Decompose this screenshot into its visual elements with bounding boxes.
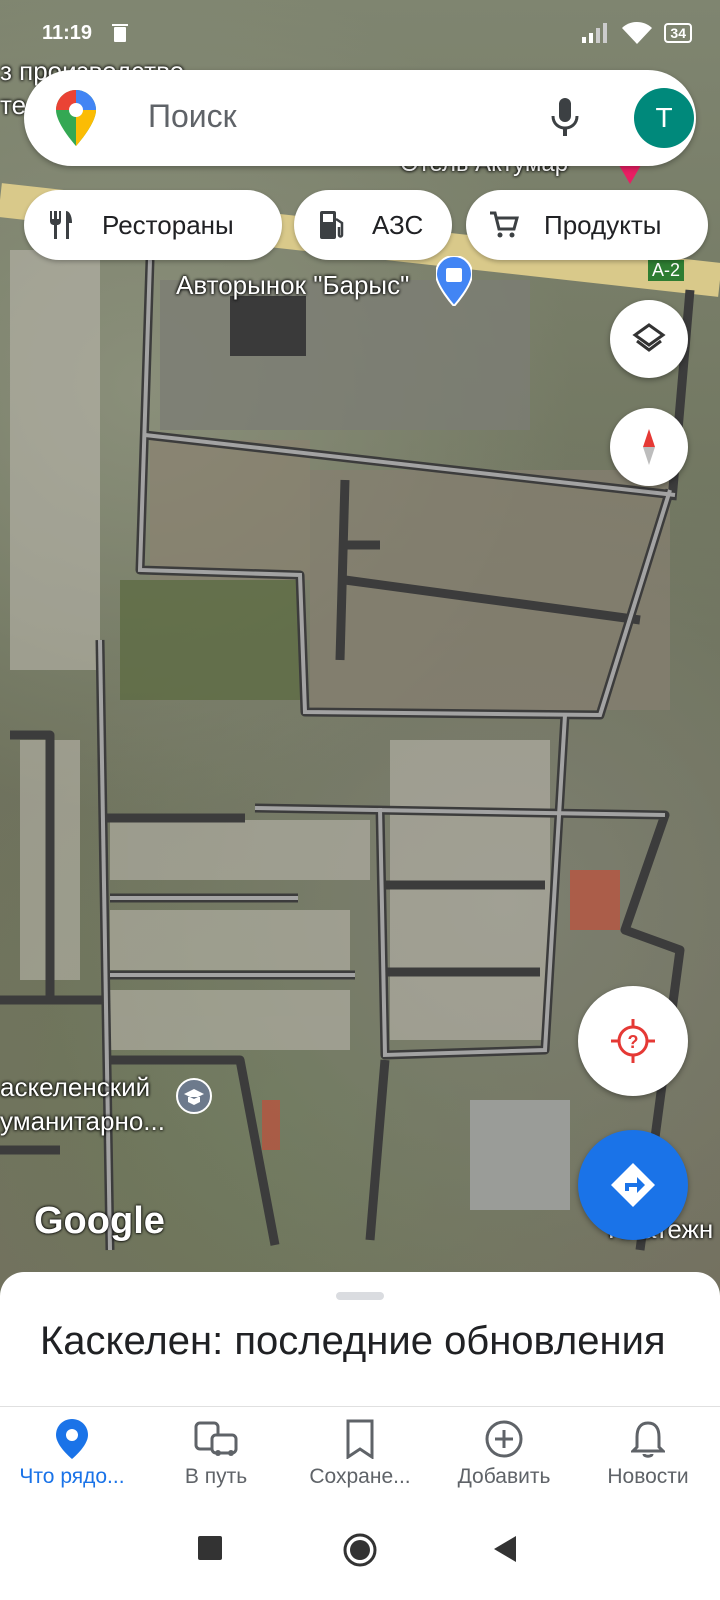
- chip-restaurants[interactable]: Рестораны: [24, 190, 282, 260]
- status-bar: 11:19 34: [0, 0, 720, 68]
- tab-contribute[interactable]: Добавить: [432, 1407, 576, 1503]
- system-navigation-bar: [0, 1502, 720, 1600]
- search-bar[interactable]: Поиск T: [24, 70, 696, 166]
- school-pin-icon[interactable]: [176, 1078, 212, 1114]
- map-label-school[interactable]: аскеленский: [0, 1072, 150, 1103]
- bottom-navigation: Что рядо... В путь Сохране... Добавить Н…: [0, 1406, 720, 1503]
- shopping-pin-icon[interactable]: [436, 256, 472, 306]
- tab-updates[interactable]: Новости: [576, 1407, 720, 1503]
- tab-saved[interactable]: Сохране...: [288, 1407, 432, 1503]
- status-time: 11:19: [42, 22, 93, 44]
- svg-text:?: ?: [628, 1032, 639, 1052]
- account-avatar[interactable]: T: [634, 88, 694, 148]
- tab-commute[interactable]: В путь: [144, 1407, 288, 1503]
- bookmark-icon: [346, 1419, 374, 1459]
- commute-icon: [194, 1421, 238, 1456]
- directions-button[interactable]: [578, 1130, 688, 1240]
- tab-label: Новости: [607, 1465, 689, 1488]
- layers-button[interactable]: [610, 300, 688, 378]
- add-circle-icon: [485, 1420, 523, 1458]
- compass-button[interactable]: [610, 408, 688, 486]
- location-pin-icon: [56, 1419, 88, 1459]
- road-badge: А-2: [648, 260, 685, 281]
- tab-explore[interactable]: Что рядо...: [0, 1407, 144, 1503]
- trash-icon: [112, 24, 128, 42]
- my-location-button[interactable]: ?: [578, 986, 688, 1096]
- map-label-market[interactable]: Авторынок "Барыс": [176, 270, 409, 301]
- chip-label: Рестораны: [102, 209, 234, 240]
- search-input[interactable]: Поиск: [148, 98, 237, 135]
- google-maps-logo-icon: [56, 90, 96, 146]
- sheet-title: Каскелен: последние обновления: [40, 1319, 666, 1363]
- bell-icon: [631, 1421, 665, 1458]
- google-attribution: Google: [34, 1200, 165, 1242]
- tab-label: Что рядо...: [19, 1465, 125, 1488]
- home-icon[interactable]: [342, 1532, 378, 1568]
- gas-station-icon: [320, 211, 344, 239]
- chip-label: АЗС: [372, 209, 424, 240]
- map-label-factory-2: те: [0, 90, 27, 120]
- cart-icon: [490, 211, 519, 238]
- sheet-drag-handle[interactable]: [336, 1292, 384, 1300]
- signal-icon: [582, 23, 608, 43]
- compass-icon: [643, 429, 655, 465]
- tab-label: Сохране...: [309, 1465, 411, 1488]
- restaurant-icon: [50, 211, 72, 239]
- chip-gas-stations[interactable]: АЗС: [294, 190, 452, 260]
- tab-label: Добавить: [457, 1465, 551, 1488]
- tab-label: В путь: [184, 1465, 248, 1488]
- chip-groceries[interactable]: Продукты: [466, 190, 708, 260]
- wifi-icon: [622, 22, 653, 44]
- location-unknown-icon: ?: [611, 1019, 655, 1063]
- directions-icon: [611, 1163, 655, 1207]
- layers-icon: [632, 323, 666, 352]
- map-label-school-2: уманитарно...: [0, 1106, 165, 1136]
- chip-label: Продукты: [544, 209, 662, 240]
- microphone-icon[interactable]: [550, 98, 580, 138]
- recent-apps-icon[interactable]: [198, 1536, 222, 1560]
- bottom-sheet[interactable]: Каскелен: последние обновления: [0, 1272, 720, 1412]
- back-icon[interactable]: [494, 1536, 518, 1562]
- battery-indicator: 34: [664, 23, 692, 43]
